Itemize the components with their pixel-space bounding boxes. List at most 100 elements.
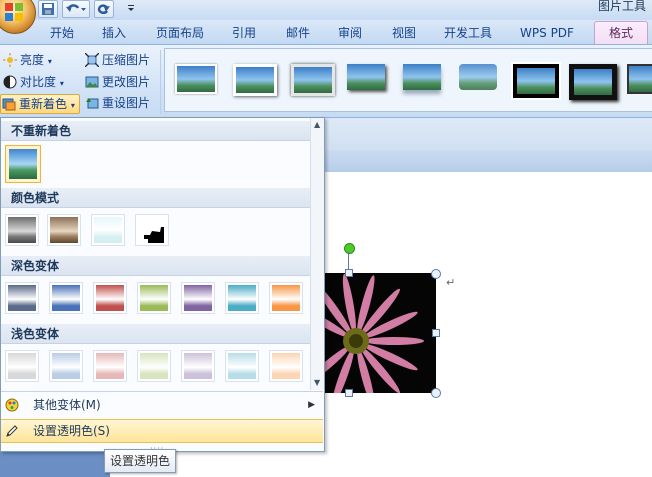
recolor-option-dark-variant-1[interactable] xyxy=(5,282,39,314)
recolor-option-washout[interactable] xyxy=(91,214,125,246)
palette-icon xyxy=(5,398,19,412)
brightness-label: 亮度 xyxy=(20,53,45,67)
recolor-label: 重新着色 xyxy=(19,97,68,111)
swatch-image xyxy=(140,353,168,379)
contrast-button[interactable]: 对比度 ▾ xyxy=(2,73,64,91)
paragraph-mark-icon: ↵ xyxy=(446,276,456,289)
tab-view[interactable]: 视图 xyxy=(382,24,426,42)
recolor-dropdown-menu: 不重新着色 颜色模式 深色变体 浅色变体 ▲ ▼ 其他变体(M) ▶ 设置透明色… xyxy=(0,117,325,452)
swatch-image xyxy=(52,285,80,311)
picture-style-thumbnail[interactable] xyxy=(233,64,277,96)
compress-label: 压缩图片 xyxy=(102,53,151,67)
recolor-option-light-variant-4[interactable] xyxy=(137,350,171,382)
change-picture-label: 更改图片 xyxy=(102,75,151,89)
tab-references[interactable]: 引用 xyxy=(222,24,266,42)
ribbon-group-separator xyxy=(160,50,161,114)
menu-scrollbar[interactable]: ▲ ▼ xyxy=(310,118,324,390)
change-picture-button[interactable]: 更改图片 xyxy=(84,73,150,91)
save-icon xyxy=(42,3,54,15)
reset-picture-icon xyxy=(86,98,99,109)
resize-handle-bottom[interactable] xyxy=(345,389,353,397)
title-bar: 图片工具 xyxy=(0,0,652,34)
picture-style-thumbnail[interactable] xyxy=(347,64,385,90)
recolor-option-dark-variant-6[interactable] xyxy=(225,282,259,314)
brightness-button[interactable]: 亮度 ▾ xyxy=(2,51,52,69)
menu-item-more-variants[interactable]: 其他变体(M) ▶ xyxy=(1,394,323,416)
swatch-image xyxy=(228,353,256,379)
chevron-down-icon: ▾ xyxy=(70,101,75,110)
section-header-light-variants: 浅色变体 xyxy=(1,324,310,344)
recolor-button[interactable]: 重新着色 ▾ xyxy=(0,94,80,114)
picture-tools-context-label: 图片工具 xyxy=(597,0,646,13)
customize-quick-access-button[interactable] xyxy=(124,0,138,16)
chevron-down-icon xyxy=(128,5,134,11)
reset-picture-button[interactable]: 重设图片 xyxy=(84,94,150,112)
picture-styles-gallery[interactable] xyxy=(164,48,652,112)
swatch-image xyxy=(184,353,212,379)
tab-developer[interactable]: 开发工具 xyxy=(436,24,500,42)
recolor-option-dark-variant-2[interactable] xyxy=(49,282,83,314)
resize-handle-top[interactable] xyxy=(345,269,353,277)
flower-image-graphic xyxy=(320,274,424,393)
picture-style-thumbnail[interactable] xyxy=(511,62,561,100)
recolor-option-light-variant-7[interactable] xyxy=(269,350,303,382)
swatch-image xyxy=(272,285,300,311)
swatch-image xyxy=(52,353,80,379)
set-transparent-color-label: 设置透明色(S) xyxy=(33,424,110,438)
swatch-image xyxy=(8,285,36,311)
swatch-image xyxy=(272,353,300,379)
recolor-option-black-and-white[interactable] xyxy=(135,214,169,246)
scroll-down-arrow-icon[interactable]: ▼ xyxy=(314,378,320,387)
save-button[interactable] xyxy=(38,0,58,18)
tab-wps-pdf[interactable]: WPS PDF xyxy=(512,24,582,42)
recolor-option-sepia[interactable] xyxy=(47,214,81,246)
recolor-option-dark-variant-7[interactable] xyxy=(269,282,303,314)
swatch-image xyxy=(50,217,78,243)
undo-button[interactable] xyxy=(62,0,90,18)
picture-style-thumbnail[interactable] xyxy=(291,64,335,96)
picture-style-thumbnail[interactable] xyxy=(569,64,617,100)
recolor-option-dark-variant-4[interactable] xyxy=(137,282,171,314)
chevron-down-icon: ▾ xyxy=(59,79,64,88)
recolor-option-dark-variant-3[interactable] xyxy=(93,282,127,314)
scroll-up-arrow-icon[interactable]: ▲ xyxy=(314,120,320,129)
recolor-option-none[interactable] xyxy=(5,145,41,183)
swatch-image xyxy=(9,149,37,179)
compress-icon xyxy=(85,53,99,67)
recolor-option-dark-variant-5[interactable] xyxy=(181,282,215,314)
tab-format[interactable]: 格式 xyxy=(594,21,648,44)
document-side-margin xyxy=(0,450,110,477)
compress-pictures-button[interactable]: 压缩图片 xyxy=(84,51,150,69)
tab-insert[interactable]: 插入 xyxy=(92,24,136,42)
office-logo-icon xyxy=(5,3,23,21)
menu-item-set-transparent-color[interactable]: 设置透明色(S) xyxy=(1,419,323,443)
picture-style-thumbnail[interactable] xyxy=(627,64,652,94)
contrast-label: 对比度 xyxy=(20,75,57,89)
tab-mailings[interactable]: 邮件 xyxy=(276,24,320,42)
rotate-handle[interactable] xyxy=(344,243,355,254)
tab-review[interactable]: 审阅 xyxy=(328,24,372,42)
picture-style-thumbnail[interactable] xyxy=(459,64,497,90)
resize-handle-bottom-right[interactable] xyxy=(431,388,441,398)
resize-handle-right[interactable] xyxy=(432,329,440,337)
recolor-option-light-variant-6[interactable] xyxy=(225,350,259,382)
recolor-option-light-variant-2[interactable] xyxy=(49,350,83,382)
swatch-image xyxy=(94,217,122,243)
tab-home[interactable]: 开始 xyxy=(40,24,84,42)
resize-handle-top-right[interactable] xyxy=(431,269,441,279)
picture-style-thumbnail[interactable] xyxy=(175,64,217,94)
swatch-image xyxy=(8,353,36,379)
recolor-option-light-variant-3[interactable] xyxy=(93,350,127,382)
ribbon-tab-bar: 开始 插入 页面布局 引用 邮件 审阅 视图 开发工具 WPS PDF 格式 xyxy=(0,20,652,45)
tab-page-layout[interactable]: 页面布局 xyxy=(148,24,212,42)
recolor-option-grayscale[interactable] xyxy=(5,214,39,246)
chevron-down-icon: ▾ xyxy=(47,57,52,66)
contrast-icon xyxy=(3,75,17,89)
redo-button[interactable] xyxy=(94,0,114,18)
picture-style-thumbnail[interactable] xyxy=(403,64,441,90)
flower-picture[interactable] xyxy=(320,273,436,393)
swatch-image xyxy=(184,285,212,311)
recolor-option-light-variant-1[interactable] xyxy=(5,350,39,382)
reset-picture-label: 重设图片 xyxy=(102,96,151,110)
recolor-option-light-variant-5[interactable] xyxy=(181,350,215,382)
